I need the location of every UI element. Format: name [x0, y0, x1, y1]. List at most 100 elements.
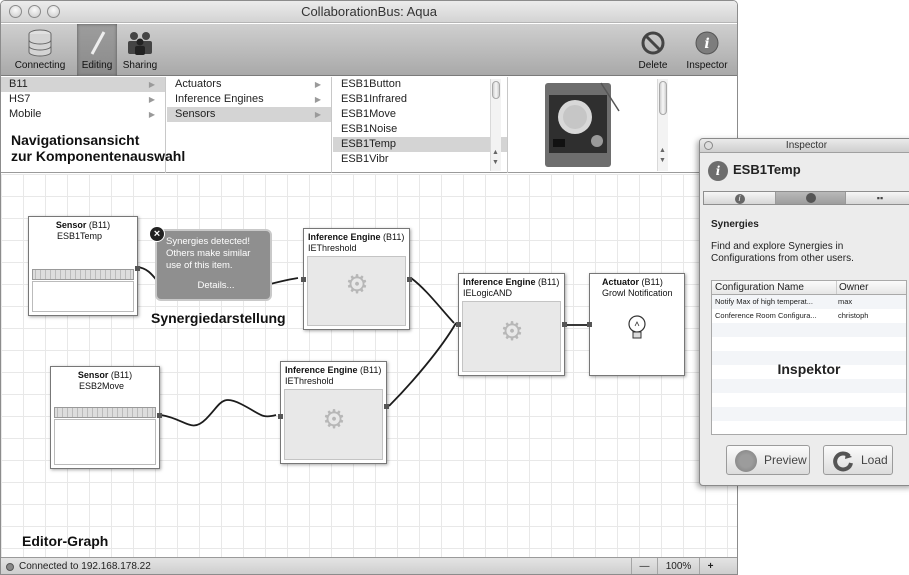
browser-item-esb1infrared[interactable]: ESB1Infrared [333, 92, 507, 107]
reload-icon [833, 451, 853, 472]
scroll-up-icon[interactable]: ▲ [659, 147, 666, 154]
synergy-popup[interactable]: Synergies detected! Others make similar … [155, 229, 272, 301]
info-icon: i [708, 161, 728, 181]
toolbar: Connecting Editing Sharing Delete i Insp… [1, 24, 737, 76]
input-port[interactable] [301, 277, 306, 282]
inference-node-ielogicand[interactable]: Inference Engine (B11) IELogicAND ⚙ [456, 273, 567, 376]
preview-button[interactable]: Preview [726, 445, 810, 475]
browser-item-esb1vibr[interactable]: ESB1Vibr [333, 152, 507, 167]
components-scrollbar[interactable]: ▲ ▼ [490, 79, 501, 171]
node-location: (B11) [383, 232, 405, 242]
table-row[interactable]: Notify Max of high temperat... max [712, 295, 906, 309]
preview-label: Preview [764, 453, 807, 467]
inspector-title-bar: Inspector [700, 139, 909, 153]
close-inspector-button[interactable] [704, 141, 713, 150]
scroll-down-icon[interactable]: ▼ [492, 159, 499, 166]
browser-item-sensors[interactable]: Sensors ▶ [167, 107, 331, 122]
output-port[interactable] [135, 266, 140, 271]
output-port[interactable] [562, 322, 567, 327]
column-header-owner[interactable]: Owner [836, 281, 868, 294]
column-header-configuration-name[interactable]: Configuration Name [715, 281, 833, 294]
browser-item-esb1noise[interactable]: ESB1Noise [333, 122, 507, 137]
sharing-label: Sharing [122, 60, 158, 71]
synergies-table: Configuration Name Owner Notify Max of h… [711, 280, 907, 435]
output-port[interactable] [384, 404, 389, 409]
load-button[interactable]: Load [823, 445, 893, 475]
node-type: Sensor [77, 370, 109, 380]
connection-inf1-inf3 [410, 277, 455, 324]
gear-icon: ⚙ [500, 316, 524, 346]
browser-item-label: Sensors [175, 108, 216, 120]
browser-item-actuators[interactable]: Actuators ▶ [167, 77, 331, 92]
connection-inf2-inf3 [388, 322, 457, 407]
node-type: Actuator [602, 277, 640, 287]
browser-item-hs7[interactable]: HS7 ▶ [1, 92, 165, 107]
preview-scrollbar[interactable]: ▲ ▼ [657, 79, 668, 171]
browser-item-esb1temp[interactable]: ESB1Temp [333, 137, 507, 152]
zoom-out-button[interactable]: — [631, 558, 657, 574]
input-port[interactable] [278, 414, 283, 419]
sensor-board-image [545, 82, 620, 167]
input-port[interactable] [456, 322, 461, 327]
table-row[interactable]: Conference Room Configura... christoph [712, 309, 906, 323]
browser-item-esb1button[interactable]: ESB1Button [333, 77, 507, 92]
info-icon: i [695, 31, 719, 55]
synergy-details-link[interactable]: Details... [166, 280, 266, 292]
inspector-tabs: i ▪▪ [703, 191, 909, 205]
node-header: Inference Engine (B11) IEThreshold [281, 362, 386, 387]
browser-item-label: HS7 [9, 93, 31, 105]
cell-configuration-name: Conference Room Configura... [715, 311, 817, 320]
browser-item-b11[interactable]: B11 ▶ [1, 77, 165, 92]
scroll-down-icon[interactable]: ▼ [659, 157, 666, 164]
editor-canvas[interactable]: Sensor (B11) ESB1Temp Synergies detected… [1, 174, 737, 557]
sensor-node-esb2move[interactable]: Sensor (B11) ESB2Move [50, 366, 162, 469]
browser-item-esb1move[interactable]: ESB1Move [333, 107, 507, 122]
table-row-empty [712, 393, 906, 407]
inspector-button[interactable]: i Inspector [679, 24, 735, 76]
scroll-thumb[interactable] [659, 81, 667, 115]
chevron-right-icon: ▶ [314, 110, 321, 119]
tab-info[interactable]: i [704, 192, 776, 204]
zoom-in-button[interactable]: + [699, 558, 721, 574]
editing-button[interactable]: Editing [77, 24, 117, 76]
actuator-node-growl-notification[interactable]: Actuator (B11) Growl Notification [587, 273, 685, 376]
input-port[interactable] [587, 322, 592, 327]
connecting-button[interactable]: Connecting [5, 24, 75, 76]
connection-status-text: Connected to 192.168.178.22 [19, 561, 151, 572]
scroll-thumb[interactable] [492, 81, 500, 99]
tab-sharing[interactable]: ▪▪ [846, 192, 909, 204]
synergy-popup-line: Synergies detected! [166, 236, 250, 247]
close-window-button[interactable] [9, 5, 22, 18]
delete-label: Delete [638, 60, 668, 71]
browser-item-label: ESB1Button [341, 78, 401, 90]
zoom-level: 100% [657, 558, 699, 574]
tab-synergies[interactable] [776, 192, 846, 204]
browser-item-inference-engines[interactable]: Inference Engines ▶ [167, 92, 331, 107]
minimize-window-button[interactable] [28, 5, 41, 18]
connection-sensor2-inf2 [160, 399, 277, 427]
close-icon[interactable]: × [149, 226, 165, 242]
description-line: Configurations from other users. [711, 253, 854, 264]
node-type: Sensor [55, 220, 87, 230]
zoom-window-button[interactable] [47, 5, 60, 18]
scroll-up-icon[interactable]: ▲ [492, 149, 499, 156]
inference-node-iethreshold-1[interactable]: Inference Engine (B11) IEThreshold ⚙ [301, 228, 412, 330]
inference-node-iethreshold-2[interactable]: Inference Engine (B11) IEThreshold ⚙ [278, 361, 389, 464]
inspector-title: Inspector [785, 140, 828, 151]
gear-icon: ⚙ [322, 404, 346, 434]
sharing-button[interactable]: Sharing [119, 24, 161, 76]
node-type: Inference Engine [463, 277, 536, 287]
node-location: (B11) [538, 277, 560, 287]
node-header: Inference Engine (B11) IEThreshold [304, 229, 409, 254]
delete-button[interactable]: Delete [633, 24, 673, 76]
synergy-popup-line: use of this item. [166, 260, 233, 271]
inspector-header: i ESB1Temp [700, 153, 909, 185]
node-name: ESB2Move [79, 381, 125, 391]
magnifier-icon [735, 450, 757, 472]
output-port[interactable] [157, 413, 162, 418]
sensor-node-esb1temp[interactable]: Sensor (B11) ESB1Temp [28, 216, 140, 316]
output-port[interactable] [407, 277, 412, 282]
pencil-icon [90, 31, 106, 55]
browser-item-mobile[interactable]: Mobile ▶ [1, 107, 165, 122]
node-location: (B11) [641, 277, 663, 287]
